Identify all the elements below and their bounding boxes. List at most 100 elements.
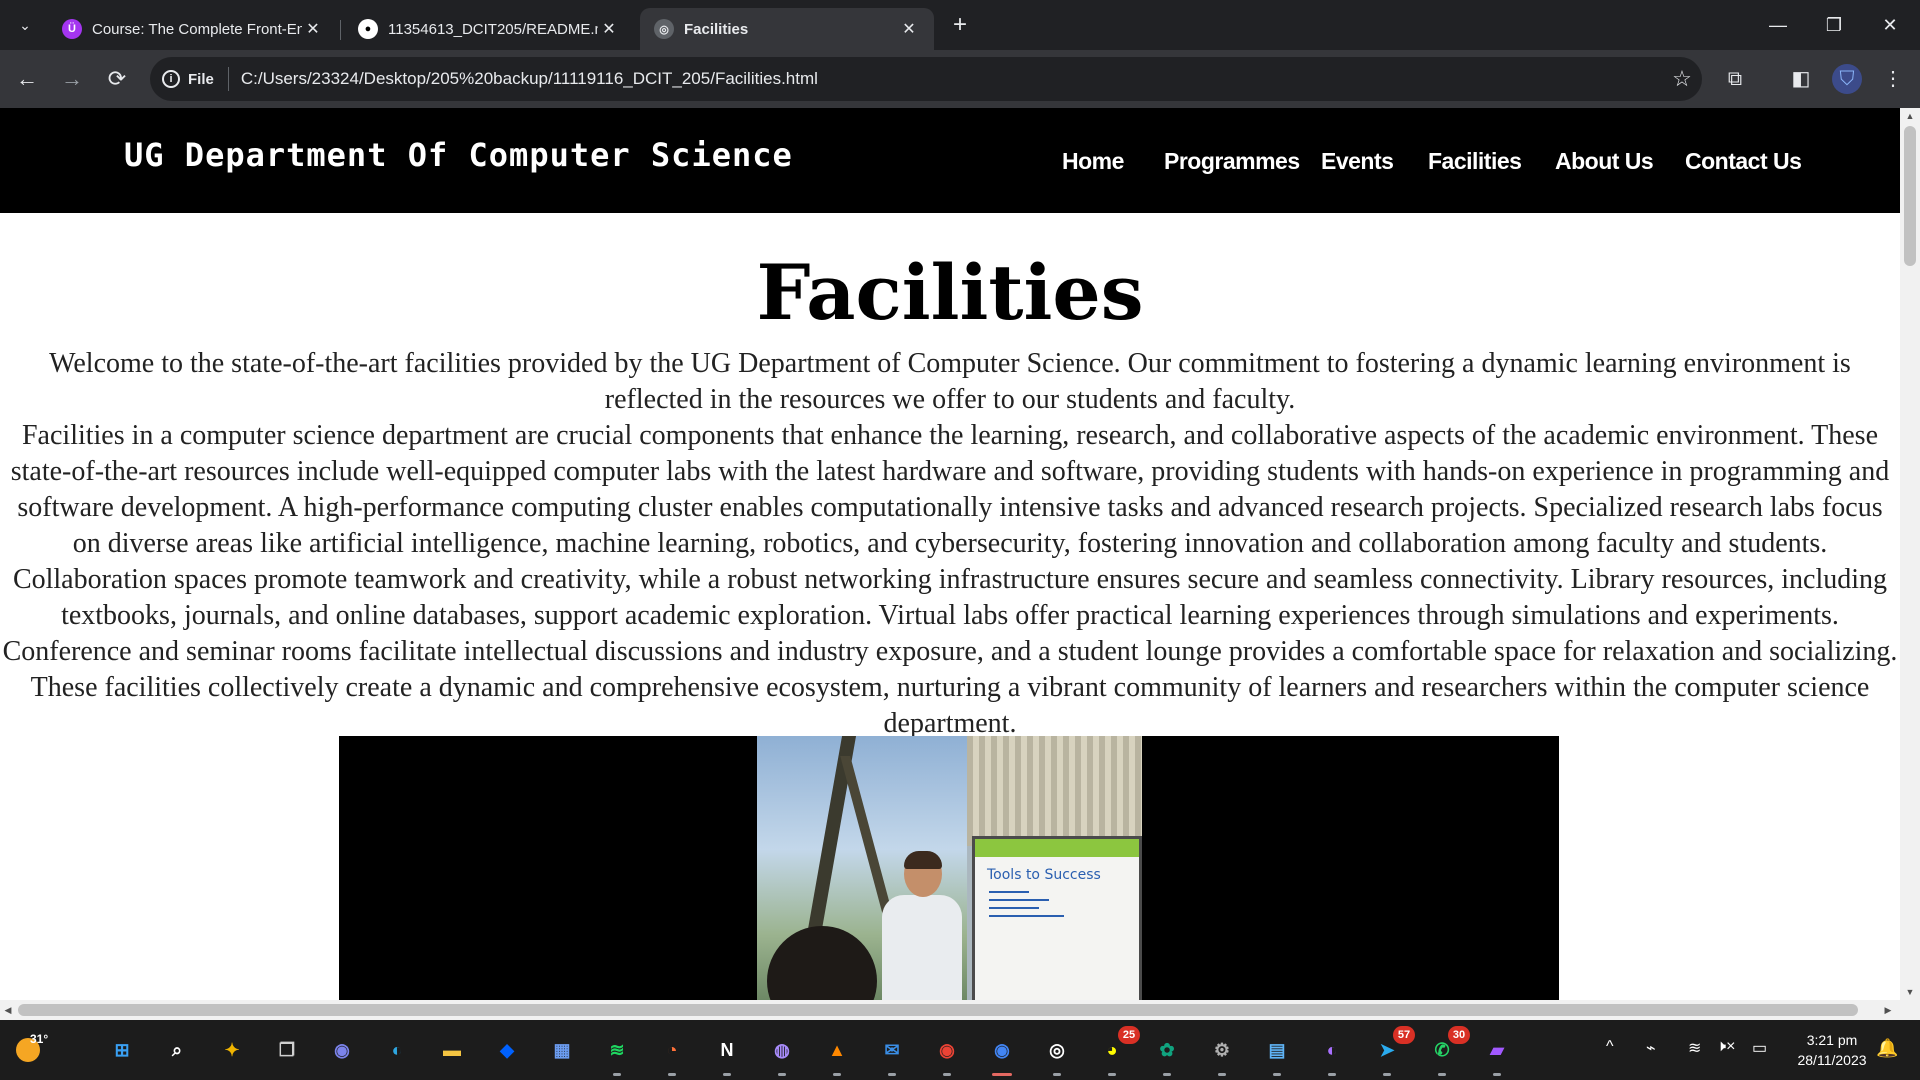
spotify-icon[interactable]: ≋ [599, 1032, 635, 1076]
video-frame: Tools to Success [757, 736, 1142, 1020]
windows-taskbar: 31° ⊞ ⌕ ✦ ❐ ◉ ◐ ▬ ◆ ▦ ≋ ◔ N ◍ ▲ ✉ ◉ ◉ ◎ ◕ 25 ✿ ⚙ ▤ ◐ ➤ 57 ✆ 30 ▰ ^ ⌁… [0, 1020, 1920, 1080]
chrome-icon[interactable]: ◉ [929, 1032, 965, 1076]
mail-icon[interactable]: ✉ [874, 1032, 910, 1076]
vlc-icon[interactable]: ▲ [819, 1032, 855, 1076]
nav-home[interactable]: Home [1062, 148, 1124, 175]
running-indicator [1383, 1073, 1391, 1076]
obs-studio-glyph: ◎ [1049, 1039, 1065, 1060]
telegram-icon[interactable]: ➤ 57 [1369, 1026, 1415, 1076]
search-icon[interactable]: ⌕ [159, 1032, 195, 1068]
browser-menu-icon[interactable]: ⋮ [1878, 64, 1908, 94]
new-tab-button[interactable]: + [946, 12, 974, 40]
intro-paragraph: Welcome to the state-of-the-art faciliti… [49, 348, 1851, 415]
volume-muted-icon[interactable]: 🕨× [1716, 1038, 1735, 1056]
running-indicator [833, 1073, 841, 1076]
presenter-hair [904, 851, 942, 869]
running-indicator [668, 1073, 676, 1076]
wifi-icon[interactable]: ≋ [1688, 1038, 1701, 1058]
notification-count-badge: 57 [1393, 1026, 1415, 1044]
close-tab-icon[interactable]: ✕ [598, 19, 620, 39]
site-brand[interactable]: UG Department Of Computer Science [124, 136, 793, 174]
info-icon: i [162, 70, 180, 88]
nav-facilities[interactable]: Facilities [1428, 148, 1522, 175]
dropbox-icon[interactable]: ◆ [489, 1032, 525, 1068]
chrome-active-icon[interactable]: ◉ [984, 1032, 1020, 1076]
copilot-icon[interactable]: ✦ [214, 1032, 250, 1068]
nav-events[interactable]: Events [1321, 148, 1394, 175]
clipchamp-icon[interactable]: ▰ [1479, 1032, 1515, 1076]
vertical-scroll-thumb[interactable] [1904, 126, 1916, 266]
close-tab-icon[interactable]: ✕ [302, 19, 324, 39]
scroll-up-arrow-icon[interactable]: ▲ [1900, 108, 1920, 124]
snapchat-icon[interactable]: ◕ 25 [1094, 1026, 1140, 1076]
microsoft-store-glyph: ▦ [553, 1039, 571, 1060]
bookmark-star-icon[interactable]: ☆ [1662, 66, 1702, 92]
chrome-glyph: ◉ [939, 1039, 955, 1060]
facilities-description: Facilities in a computer science departm… [2, 420, 1898, 739]
search-glyph: ⌕ [171, 1039, 183, 1060]
tab-facilities[interactable]: ◎ Facilities ✕ [640, 8, 934, 50]
spotify-glyph: ≋ [609, 1039, 625, 1060]
running-indicator [1328, 1073, 1336, 1076]
url-text[interactable]: C:/Users/23324/Desktop/205%20backup/1111… [241, 69, 1662, 89]
horizontal-scroll-thumb[interactable] [18, 1004, 1858, 1016]
site-info-label: File [188, 70, 214, 88]
teams-chat-icon[interactable]: ◉ [324, 1032, 360, 1068]
notion-icon[interactable]: N [709, 1032, 745, 1076]
file-explorer-icon[interactable]: ▬ [434, 1032, 470, 1068]
network-icon[interactable]: ⌁ [1646, 1038, 1656, 1058]
side-panel-icon[interactable]: ◧ [1786, 64, 1816, 94]
nav-programmes[interactable]: Programmes [1164, 148, 1300, 175]
github-desktop-icon[interactable]: ◐ [1314, 1032, 1350, 1076]
scroll-right-arrow-icon[interactable]: ▶ [1880, 1000, 1896, 1020]
tab-title: Facilities [684, 20, 749, 38]
close-window-button[interactable]: ✕ [1862, 10, 1918, 40]
system-clock[interactable]: 3:21 pm 28/11/2023 [1782, 1030, 1882, 1070]
forward-button[interactable]: → [57, 64, 87, 94]
settings-icon[interactable]: ⚙ [1204, 1032, 1240, 1076]
notification-bell-icon[interactable]: 🔔 [1876, 1038, 1898, 1059]
extensions-icon[interactable]: ⧉ [1720, 64, 1750, 94]
profile-avatar-icon[interactable]: ⛉ [1832, 64, 1862, 94]
tab-title: 11354613_DCIT205/README.m [388, 20, 598, 38]
vertical-scrollbar[interactable]: ▲ ▼ [1900, 108, 1920, 1000]
edge-icon[interactable]: ◐ [379, 1032, 415, 1068]
facilities-video[interactable]: Tools to Success [339, 736, 1559, 1020]
site-info-chip[interactable]: i File [162, 67, 229, 91]
tab-github-readme[interactable]: ● 11354613_DCIT205/README.m ✕ [344, 8, 634, 50]
battery-icon[interactable]: ▭ [1752, 1038, 1767, 1058]
horizontal-scrollbar[interactable]: ◀ ▶ [0, 1000, 1920, 1020]
weather-widget[interactable]: 31° [10, 1030, 50, 1070]
microsoft-store-icon[interactable]: ▦ [544, 1032, 580, 1068]
firefox-icon[interactable]: ◔ [654, 1032, 690, 1076]
chatgpt-glyph: ✿ [1159, 1039, 1175, 1060]
tab-search-dropdown[interactable]: ⌄ [12, 12, 38, 38]
start-menu-icon[interactable]: ⊞ [104, 1032, 140, 1068]
scroll-down-arrow-icon[interactable]: ▼ [1900, 984, 1920, 1000]
task-view-icon[interactable]: ❐ [269, 1032, 305, 1068]
chrome-active-glyph: ◉ [994, 1039, 1010, 1060]
back-button[interactable]: ← [12, 64, 42, 94]
edge-glyph: ◐ [391, 1039, 403, 1060]
restore-button[interactable]: ❐ [1806, 10, 1862, 40]
close-tab-icon[interactable]: ✕ [898, 19, 920, 39]
globe-icon: ◎ [654, 19, 674, 39]
address-bar[interactable]: i File C:/Users/23324/Desktop/205%20back… [150, 57, 1702, 101]
notion-glyph: N [720, 1039, 734, 1060]
game-controller-icon[interactable]: ◍ [764, 1032, 800, 1076]
minimize-button[interactable]: — [1750, 10, 1806, 40]
nav-about-us[interactable]: About Us [1555, 148, 1654, 175]
scroll-left-arrow-icon[interactable]: ◀ [0, 1000, 16, 1020]
firefox-glyph: ◔ [666, 1039, 678, 1060]
whatsapp-icon[interactable]: ✆ 30 [1424, 1026, 1470, 1076]
tab-course[interactable]: Ü Course: The Complete Front-En ✕ [48, 8, 338, 50]
notepad-icon[interactable]: ▤ [1259, 1032, 1295, 1076]
obs-studio-icon[interactable]: ◎ [1039, 1032, 1075, 1076]
chatgpt-icon[interactable]: ✿ [1149, 1032, 1185, 1076]
clipchamp-glyph: ▰ [1490, 1039, 1504, 1060]
telegram-glyph: ➤ [1379, 1039, 1395, 1060]
tray-overflow-chevron-icon[interactable]: ^ [1606, 1038, 1614, 1056]
nav-contact-us[interactable]: Contact Us [1685, 148, 1802, 175]
reload-button[interactable]: ⟳ [102, 64, 132, 94]
running-indicator [613, 1073, 621, 1076]
